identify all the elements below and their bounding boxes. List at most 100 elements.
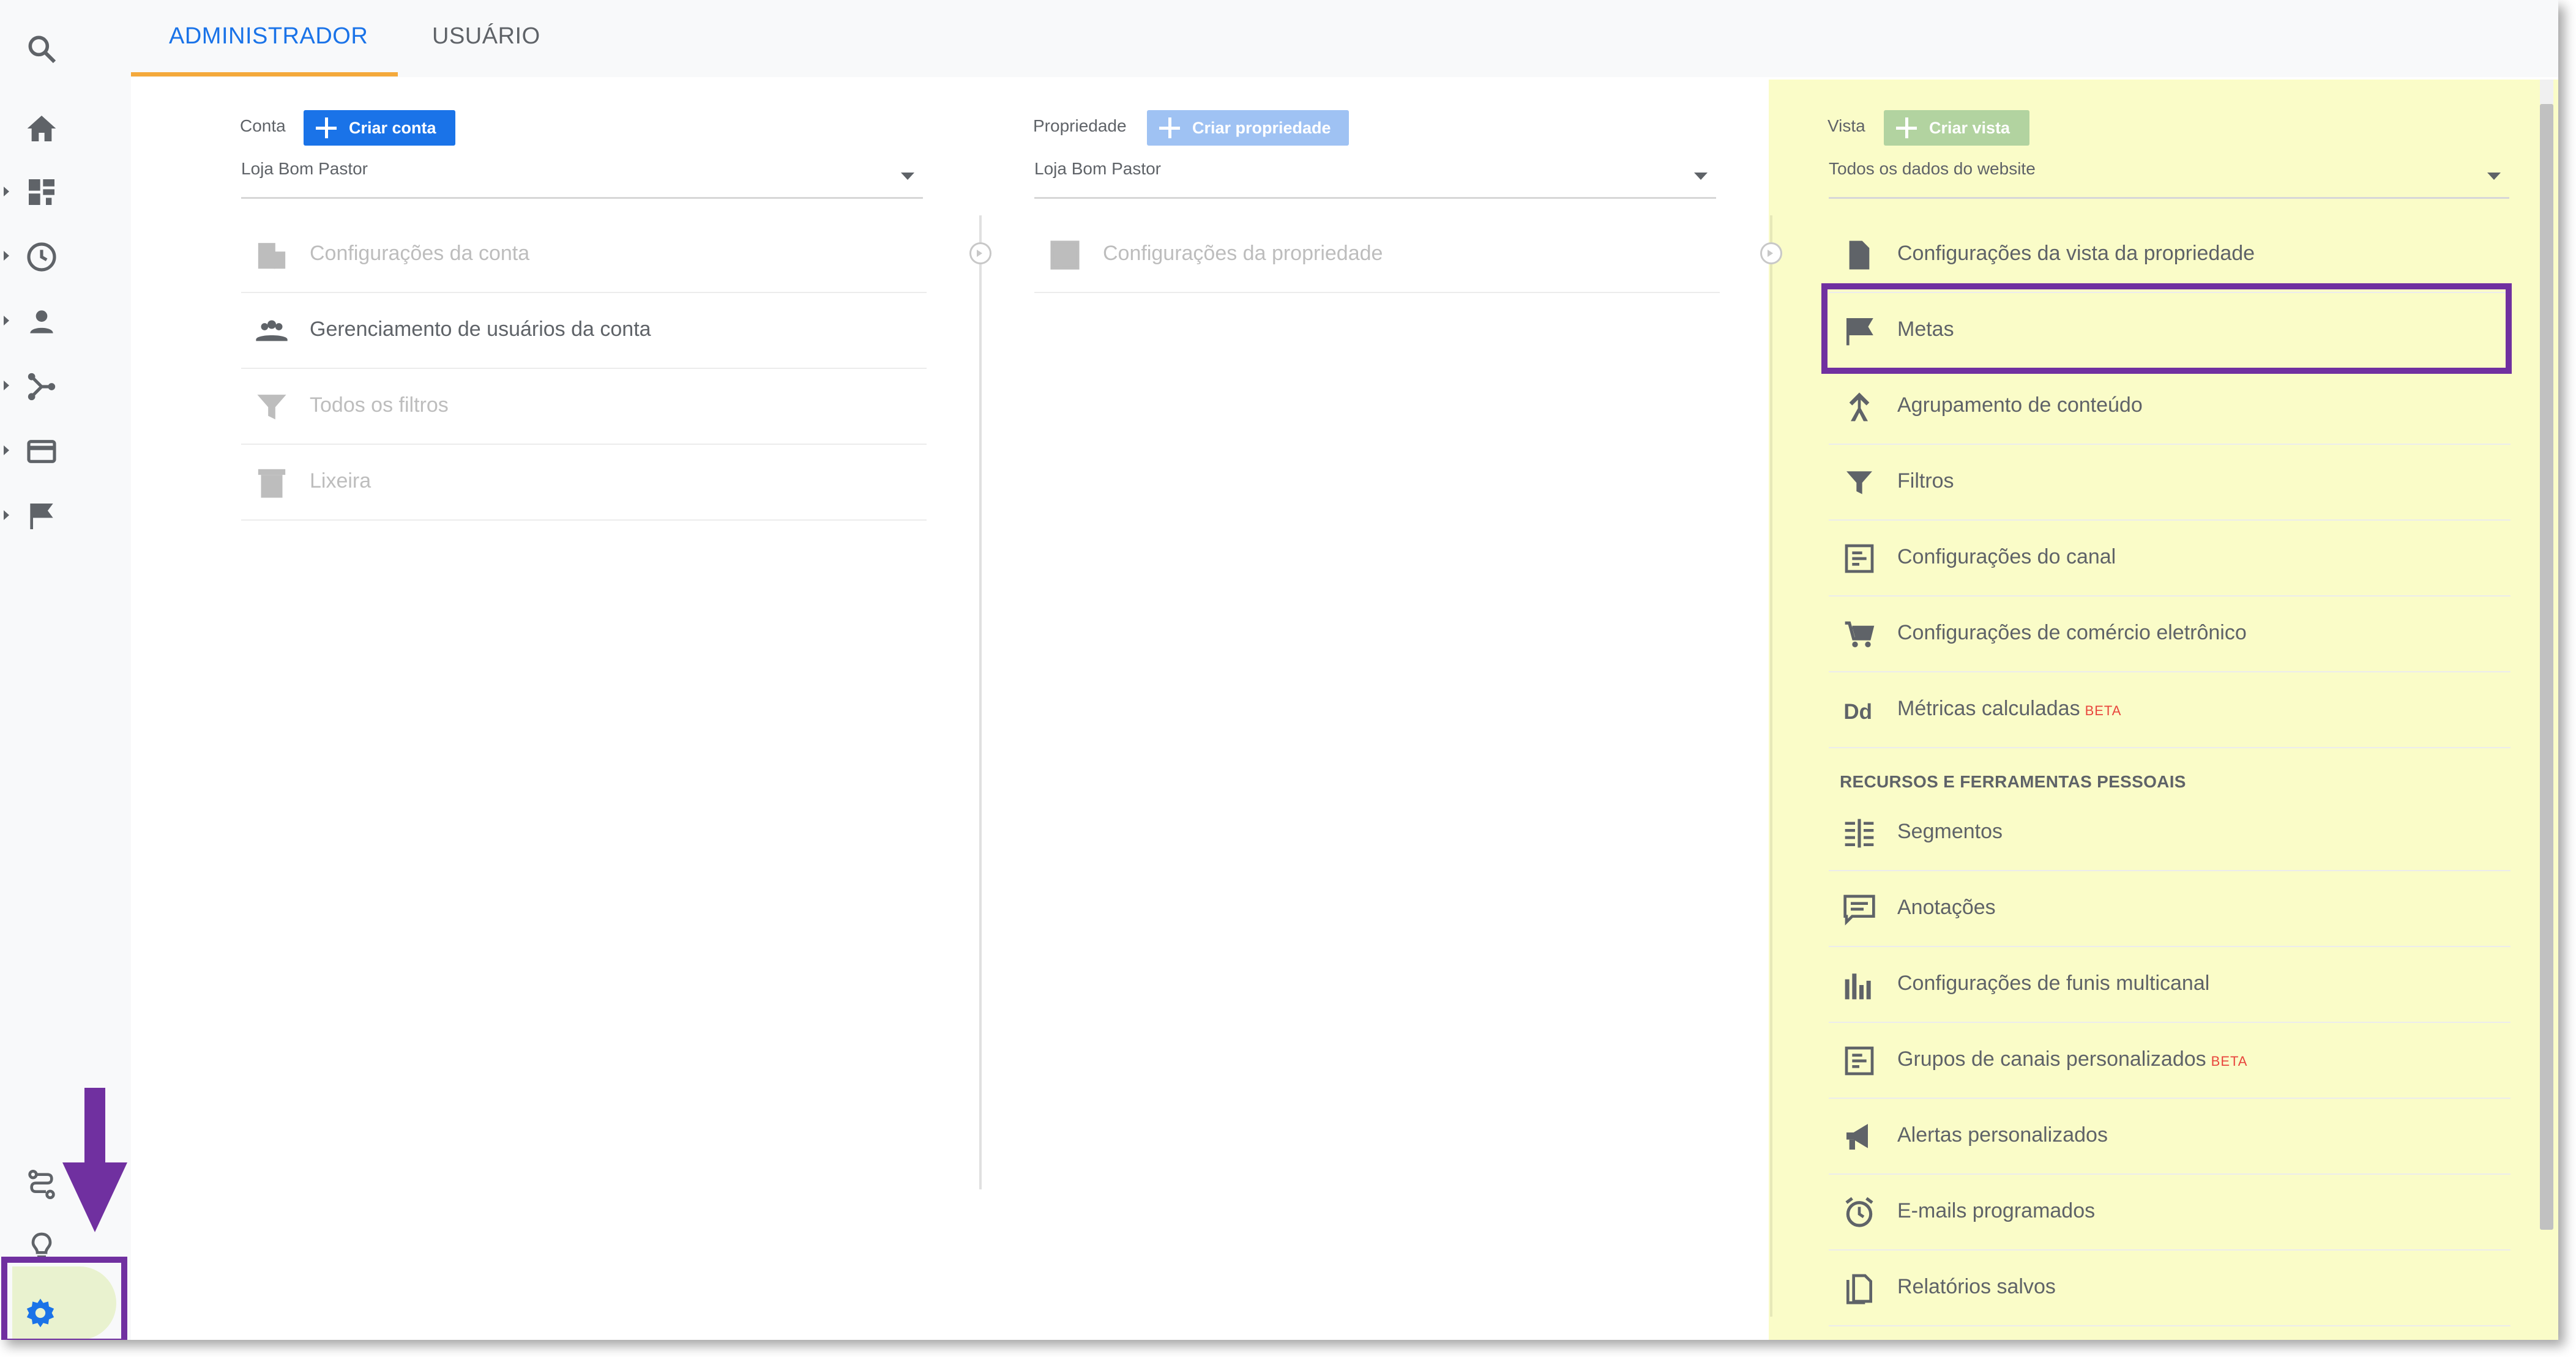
cart-icon [1842,617,1876,652]
create-view-button[interactable]: Criar vista [1884,110,2029,146]
item-label: Gerenciamento de usuários da conta [310,318,651,341]
create-account-label: Criar conta [349,119,436,137]
account-filters-item[interactable]: Todos os filtros [241,369,927,445]
expand-caret[interactable] [4,381,9,390]
item-label: Configurações da conta [310,242,530,265]
segments-icon [1842,816,1876,850]
calculated-metrics-item[interactable]: Dd Métricas calculadas BETA [1829,672,2511,748]
scheduled-emails-item[interactable]: E-mails programados [1829,1175,2511,1251]
expand-caret[interactable] [4,445,9,455]
scrollbar-track[interactable] [2540,80,2553,104]
filters-item[interactable]: Filtros [1829,445,2511,521]
custom-alerts-item[interactable]: Alertas personalizados [1829,1099,2511,1175]
filter-icon [1842,466,1876,500]
channel-settings-item[interactable]: Configurações do canal [1829,521,2511,597]
item-label: Lixeira [310,469,371,493]
create-account-button[interactable]: Criar conta [304,110,455,146]
channel-settings-icon [1842,541,1876,576]
attribution-icon[interactable] [24,1167,59,1202]
item-label: Configurações da propriedade [1103,242,1383,265]
left-nav [0,0,131,1340]
create-property-button[interactable]: Criar propriedade [1147,110,1349,146]
dd-icon: Dd [1842,693,1876,727]
item-label: Filtros [1897,469,1954,493]
account-select-value: Loja Bom Pastor [241,159,368,178]
expand-caret[interactable] [4,316,9,325]
active-tab-indicator [131,72,398,76]
trash-icon [255,466,289,500]
tab-administrador[interactable]: ADMINISTRADOR [169,23,368,50]
item-label: Configurações da vista da propriedade [1897,242,2255,265]
building-icon [255,238,289,272]
svg-text:Dd: Dd [1843,700,1872,724]
custom-channel-groups-item[interactable]: Grupos de canais personalizados BETA [1829,1023,2511,1099]
property-select-value: Loja Bom Pastor [1034,159,1161,178]
content-grouping-item[interactable]: Agrupamento de conteúdo [1829,369,2511,445]
item-label: E-mails programados [1897,1199,2096,1222]
channel-groups-icon [1842,1044,1876,1078]
copy-icon [1842,1271,1876,1306]
beta-badge: BETA [2085,703,2122,718]
beta-badge: BETA [2211,1054,2248,1069]
gear-highlight-box [1,1257,127,1340]
multichannel-funnels-item[interactable]: Configurações de funis multicanal [1829,947,2511,1023]
item-label: Anotações [1897,896,1996,919]
view-column-label: Vista [1827,116,1865,135]
content-grouping-icon [1842,390,1876,424]
account-column-label: Conta [240,116,286,135]
item-label: Todos os filtros [310,393,449,417]
scrollbar-thumb[interactable] [2540,104,2553,1230]
account-select[interactable]: Loja Bom Pastor [241,159,923,199]
alarm-icon [1842,1195,1876,1230]
search-icon[interactable] [24,32,59,66]
item-label: Configurações do canal [1897,545,2116,568]
flag-icon[interactable] [24,499,59,534]
view-settings-item[interactable]: Configurações da vista da propriedade [1829,217,2511,293]
ecommerce-settings-item[interactable]: Configurações de comércio eletrônico [1829,597,2511,672]
goals-highlight-box [1821,283,2512,374]
expand-caret[interactable] [4,187,9,196]
document-icon [1842,238,1876,272]
comment-icon [1842,892,1876,926]
segments-item[interactable]: Segmentos [1829,795,2511,871]
view-select[interactable]: Todos os dados do website [1829,159,2509,199]
clock-icon[interactable] [24,240,59,274]
expand-caret[interactable] [4,251,9,261]
item-label: Relatórios salvos [1897,1275,2056,1298]
column-divider [979,215,982,1189]
top-tab-bar: ADMINISTRADOR USUÁRIO [131,0,2558,77]
item-label: Configurações de funis multicanal [1897,972,2210,995]
dropdown-arrow-icon [2487,173,2501,180]
layout-icon [1048,238,1082,272]
column-divider [1770,215,1772,1317]
create-view-label: Criar vista [1929,119,2010,137]
item-label: Agrupamento de conteúdo [1897,393,2143,417]
account-trash-item[interactable]: Lixeira [241,445,927,521]
view-select-value: Todos os dados do website [1829,159,2036,178]
item-label: Alertas personalizados [1897,1123,2108,1147]
personal-tools-section-title: RECURSOS E FERRAMENTAS PESSOAIS [1840,772,2186,791]
saved-reports-item[interactable]: Relatórios salvos [1829,1251,2511,1326]
property-select[interactable]: Loja Bom Pastor [1034,159,1716,199]
item-label: Grupos de canais personalizados BETA [1897,1047,2247,1071]
admin-window: ADMINISTRADOR USUÁRIO Conta Criar conta … [0,0,2558,1340]
tab-usuario[interactable]: USUÁRIO [432,23,540,50]
account-settings-item[interactable]: Configurações da conta [241,217,927,293]
item-label-text: Métricas calculadas [1897,697,2080,720]
annotations-item[interactable]: Anotações [1829,871,2511,947]
bar-chart-icon [1842,968,1876,1002]
property-column-label: Propriedade [1033,116,1127,135]
dashboard-icon[interactable] [24,175,59,209]
annotation-arrow-icon [62,1162,127,1232]
expand-caret[interactable] [4,510,9,520]
account-users-item[interactable]: Gerenciamento de usuários da conta [241,293,927,369]
person-icon[interactable] [24,305,59,339]
item-label: Segmentos [1897,820,2003,843]
property-settings-item[interactable]: Configurações da propriedade [1034,217,1720,293]
acquisition-icon[interactable] [24,370,59,404]
users-icon [255,314,289,348]
connector-arrow-icon [969,242,991,264]
dropdown-arrow-icon [901,173,914,180]
home-icon[interactable] [24,111,59,146]
behavior-icon[interactable] [24,434,59,469]
